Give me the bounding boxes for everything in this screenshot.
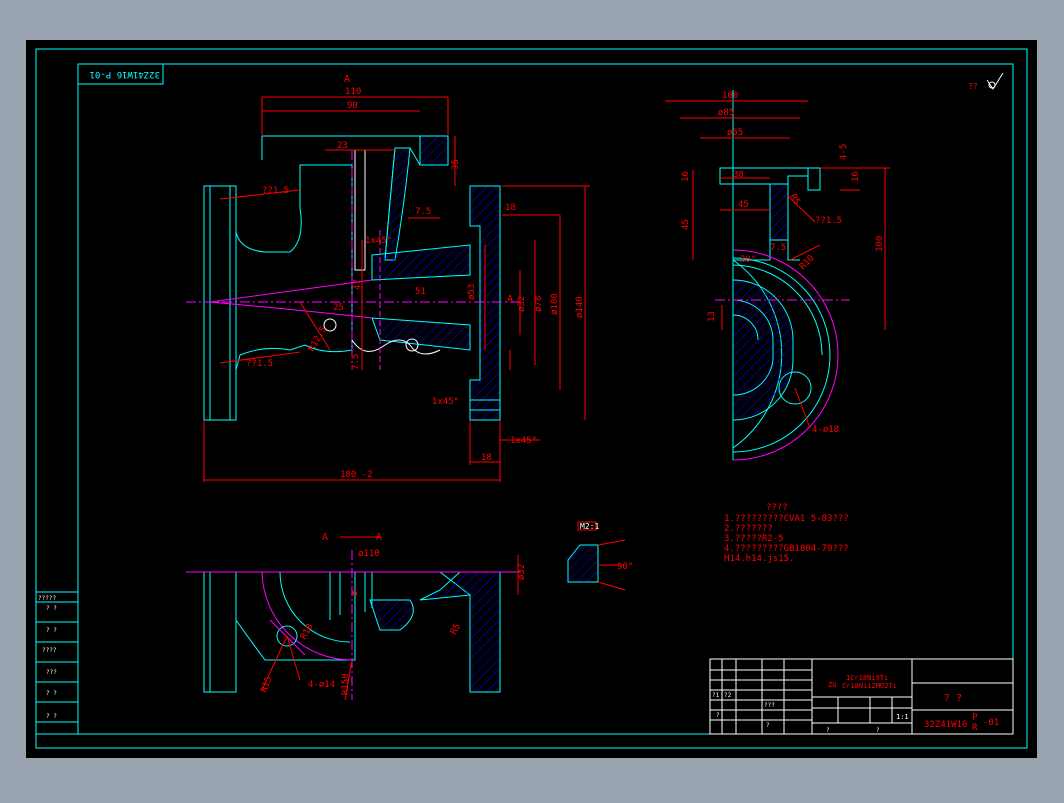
dim-1x45b: 1x45°: [432, 397, 459, 407]
title-cell-1: ?1: [712, 692, 720, 699]
side-dim-phi18: 4-ø18: [812, 425, 839, 435]
note-item-4: 4.?????????GB1804-79???: [724, 544, 849, 554]
side-dim-label-21-5: ??1.5: [815, 216, 842, 226]
title-cell-4: ?: [716, 712, 720, 719]
dim-35: 35: [451, 159, 461, 170]
side-dim-45b: 45: [738, 200, 749, 210]
note-item-1: 1.?????????CVA1 5-83???: [724, 514, 849, 524]
dim-23: 23: [337, 141, 348, 151]
cad-drawing-window: 32Z41W16 P-01 ?? 110 90 23 35 7.5 18 ø14…: [0, 0, 1064, 798]
note-item-2: 2.???????: [724, 524, 773, 534]
dim-1x45: 1x45°: [365, 236, 392, 246]
side-dim-16b: 16: [851, 171, 861, 182]
dim-label-21-5: ??1.5: [262, 186, 289, 196]
side-dim-phi65: ø65: [727, 128, 743, 138]
left-table-row-5: ???: [46, 669, 57, 676]
side-dim-38: 38: [733, 170, 744, 180]
dim-47: 47: [353, 279, 363, 290]
side-dim-phi85: ø85: [718, 108, 734, 118]
side-dim-4-5: 4-5: [839, 144, 849, 160]
dim-1x45c: 1x45°: [510, 436, 537, 446]
title-cell-3: ???: [764, 702, 775, 709]
dim-180: 180 -2: [340, 470, 373, 480]
dim-phi78: ø78: [534, 296, 544, 312]
side-dim-100: 100: [722, 91, 738, 101]
title-sheet-suffix: -01: [983, 718, 999, 728]
model-space: [26, 40, 1037, 758]
title-cell-7: ?: [876, 727, 880, 734]
title-question-marks: ? ?: [944, 693, 962, 704]
left-table-row-6: ? ?: [46, 690, 57, 697]
dim-18: 18: [505, 203, 516, 213]
dim-label-71-5: ??1.5: [246, 359, 273, 369]
side-dim-100v: 100: [875, 236, 885, 252]
notes-heading: ????: [766, 503, 788, 513]
dim-90: 90: [347, 101, 358, 111]
section-label-side: A: [507, 294, 513, 305]
title-p-label: P: [972, 713, 978, 723]
bottom-dim-6: 6: [352, 589, 357, 599]
side-dim-45: 45: [681, 219, 691, 230]
title-cell-5: ?: [766, 722, 770, 729]
dim-phi53: ø53: [467, 284, 477, 300]
note-item-5: H14.h14.js15.: [724, 554, 794, 564]
detail-label: M2:1: [580, 522, 599, 531]
material-line-2: Cr18Ni12MO2Ti: [842, 682, 897, 690]
dim-7-5b: 7.5: [351, 354, 361, 370]
dim-7-5a: 7.5: [415, 207, 431, 217]
note-item-3: 3.?????R2-5: [724, 534, 784, 544]
dim-phi100: ø100: [550, 293, 560, 315]
dim-51: 51: [415, 287, 426, 297]
dim-phi32: ø32: [517, 296, 527, 312]
section-label-a1: A: [322, 532, 328, 543]
section-label-a2: A: [376, 532, 382, 543]
bottom-dim-phi110: ø110: [358, 549, 380, 559]
bottom-dim-phi14: 4-ø14: [308, 680, 335, 690]
left-table-row-7: ? ?: [46, 713, 57, 720]
detail-angle: 90°: [617, 562, 633, 572]
dim-110: 110: [345, 87, 361, 97]
dim-18b: 18: [481, 453, 492, 463]
side-dim-16: 16: [681, 171, 691, 182]
side-dim-7-5: 7.5: [770, 243, 786, 253]
material-line-1: 1Cr18Ni9Ti: [846, 674, 888, 682]
side-dim-30: 30°: [740, 255, 756, 265]
title-r-label: R: [972, 723, 978, 733]
left-table-row-1: ?????: [38, 595, 56, 602]
dim-25: 25: [333, 303, 344, 313]
drawing-canvas[interactable]: 32Z41W16 P-01 ?? 110 90 23 35 7.5 18 ø14…: [0, 0, 1064, 798]
title-cell-2: ?2: [724, 692, 732, 699]
dim-phi140: ø140: [575, 296, 585, 318]
bottom-dim-phi32: ø32: [517, 564, 527, 580]
title-drawing-number: 32Z41W16: [924, 720, 967, 730]
left-table-row-2: ? ?: [46, 605, 57, 612]
rotated-drawing-number: 32Z41W16 P-01: [90, 69, 160, 79]
left-table-row-3: ? ?: [46, 627, 57, 634]
section-label-top: A: [344, 74, 350, 85]
roughness-note: ??: [968, 82, 978, 91]
title-scale: 1:1: [896, 713, 909, 721]
left-table-row-4: ????: [42, 647, 57, 654]
bottom-dim-r150: R150: [341, 673, 351, 695]
material-prefix: ZG: [828, 681, 836, 689]
title-cell-6: ?: [826, 727, 830, 734]
side-dim-13: 13: [707, 311, 717, 322]
